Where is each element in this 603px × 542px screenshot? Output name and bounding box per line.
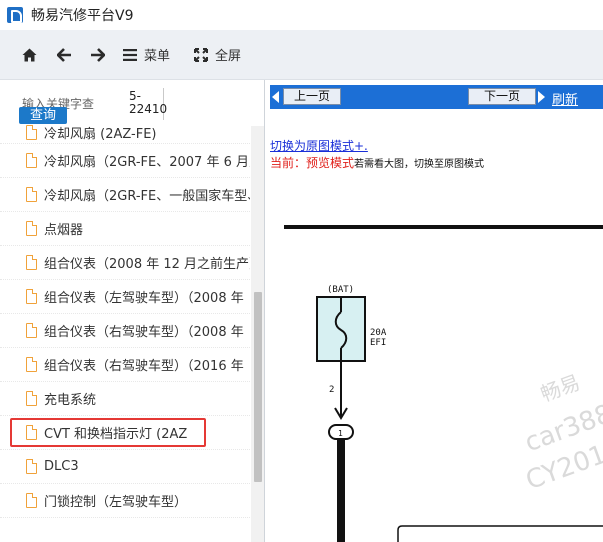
- list-item-label: 组合仪表（2008 年 12 月之前生产）: [44, 257, 250, 272]
- list-item[interactable]: DLC3: [0, 450, 250, 484]
- current-mode: 预览模式: [306, 156, 355, 170]
- document-icon: [26, 459, 37, 474]
- menu-button[interactable]: 菜单: [123, 40, 170, 70]
- list-item[interactable]: 门锁控制（左驾驶车型）: [0, 484, 250, 518]
- scroll-thumb[interactable]: [254, 292, 262, 482]
- arrow-right-icon: [91, 47, 105, 62]
- current-prefix: 当前：: [270, 156, 307, 170]
- forward-button[interactable]: [90, 40, 105, 70]
- document-icon: [26, 255, 37, 270]
- document-icon: [26, 221, 37, 236]
- document-icon: [26, 391, 37, 406]
- current-mode-text: 当前：预览模式若需看大图，切换至原图模式: [270, 154, 484, 171]
- list-item-label: 组合仪表（左驾驶车型）（2008 年: [44, 291, 244, 306]
- toolbar: 菜单 全屏: [0, 30, 603, 80]
- list-item-label: 冷却风扇 (2AZ-FE): [44, 127, 157, 142]
- list-item[interactable]: 点烟器: [0, 212, 250, 246]
- page-nav-bar: 上一页 下一页 刷新: [270, 85, 603, 109]
- document-icon: [26, 425, 37, 440]
- fullscreen-label: 全屏: [215, 49, 242, 64]
- pin-label: 2: [329, 385, 334, 395]
- thick-wire: [337, 439, 345, 542]
- list-item[interactable]: 组合仪表（左驾驶车型）（2008 年: [0, 280, 250, 314]
- list-item-selected[interactable]: CVT 和换档指示灯 (2AZ: [0, 416, 250, 450]
- home-button[interactable]: [22, 40, 37, 70]
- menu-label: 菜单: [144, 49, 171, 64]
- list-item-label: 点烟器: [44, 223, 84, 238]
- list-item-label: 冷却风扇（2GR-FE、2007 年 6 月之: [44, 155, 250, 170]
- home-icon: [22, 48, 37, 61]
- document-icon: [26, 357, 37, 372]
- list-item-label: 组合仪表（右驾驶车型）（2016 年: [44, 359, 244, 374]
- tree-scrollbar[interactable]: [251, 126, 264, 542]
- document-icon: [26, 493, 37, 508]
- tree-list: 冷却风扇 (2AZ-FE) 冷却风扇（2GR-FE、2007 年 6 月之 冷却…: [0, 125, 250, 518]
- left-panel: 5-22410 查询 冷却风扇 (2AZ-FE) 冷却风扇（2GR-FE、200…: [0, 80, 265, 542]
- document-icon: [26, 323, 37, 338]
- window-title: 畅易汽修平台V9: [31, 8, 134, 24]
- list-item[interactable]: 冷却风扇（2GR-FE、一般国家车型、: [0, 178, 250, 212]
- triangle-left-icon: [272, 91, 279, 103]
- back-button[interactable]: [57, 40, 72, 70]
- document-icon: [26, 187, 37, 202]
- list-item[interactable]: 冷却风扇 (2AZ-FE): [0, 122, 250, 144]
- connector-label: 1: [338, 429, 343, 438]
- bat-label: (BAT): [327, 285, 354, 295]
- refresh-link[interactable]: 刷新: [552, 89, 578, 108]
- switch-mode-link[interactable]: 切换为原图模式+.: [270, 137, 368, 154]
- list-item-label: 组合仪表（右驾驶车型）（2008 年: [44, 325, 244, 340]
- title-bar: 畅易汽修平台V9: [0, 0, 603, 30]
- list-item-label: 门锁控制（左驾驶车型）: [44, 495, 188, 510]
- app-logo-icon: [7, 7, 23, 23]
- component-box: [397, 525, 603, 542]
- list-item[interactable]: 组合仪表（右驾驶车型）（2016 年: [0, 348, 250, 382]
- current-hint: 若需看大图，切换至原图模式: [354, 159, 485, 170]
- document-icon: [26, 289, 37, 304]
- fuse-rating: 20A: [370, 328, 387, 338]
- list-item-label: CVT 和换档指示灯 (2AZ: [44, 427, 188, 442]
- document-icon: [26, 153, 37, 168]
- search-code: 5-22410: [129, 89, 168, 116]
- document-icon: [26, 125, 37, 140]
- prev-page-button[interactable]: 上一页: [283, 88, 341, 105]
- expand-icon: [194, 47, 209, 62]
- fullscreen-button[interactable]: 全屏: [194, 40, 241, 70]
- fuse-name: EFI: [370, 338, 386, 348]
- list-item[interactable]: 组合仪表（2008 年 12 月之前生产）: [0, 246, 250, 280]
- list-item-label: DLC3: [44, 459, 79, 474]
- diagram-top-rule: [284, 225, 603, 229]
- menu-icon: [123, 48, 137, 61]
- list-item[interactable]: 冷却风扇（2GR-FE、2007 年 6 月之: [0, 144, 250, 178]
- list-item-label: 充电系统: [44, 393, 97, 408]
- list-item[interactable]: 充电系统: [0, 382, 250, 416]
- triangle-right-icon: [538, 91, 545, 103]
- arrow-left-icon: [57, 47, 71, 62]
- search-area: 5-22410 查询: [0, 80, 264, 126]
- list-item[interactable]: 组合仪表（右驾驶车型）（2008 年: [0, 314, 250, 348]
- next-page-button[interactable]: 下一页: [468, 88, 536, 105]
- viewer-panel: 上一页 下一页 刷新 切换为原图模式+. 当前：预览模式若需看大图，切换至原图模…: [266, 80, 603, 542]
- list-item-label: 冷却风扇（2GR-FE、一般国家车型、: [44, 189, 250, 204]
